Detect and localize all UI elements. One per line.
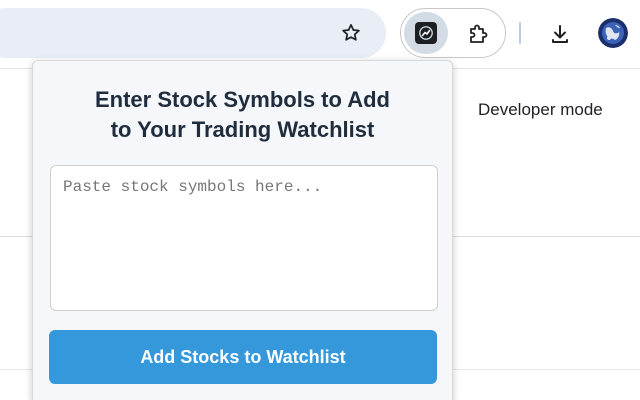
popup-title: Enter Stock Symbols to Add to Your Tradi… bbox=[94, 87, 390, 142]
browser-window: Developer mode Enter Stock Symbols to Ad… bbox=[0, 0, 640, 400]
globe-avatar-icon bbox=[598, 18, 628, 48]
trading-extension-logo-icon bbox=[415, 22, 437, 44]
profile-avatar[interactable] bbox=[598, 18, 628, 48]
developer-mode-label: Developer mode bbox=[478, 100, 603, 119]
star-icon bbox=[342, 24, 360, 41]
bookmark-star-button[interactable] bbox=[336, 18, 366, 48]
download-icon bbox=[552, 25, 568, 43]
extension-popup: Enter Stock Symbols to Add to Your Tradi… bbox=[32, 60, 453, 400]
extensions-menu-button[interactable] bbox=[462, 18, 494, 50]
add-stocks-button[interactable]: Add Stocks to Watchlist bbox=[49, 330, 437, 384]
puzzle-icon bbox=[470, 24, 488, 43]
stock-symbols-input[interactable] bbox=[50, 165, 438, 311]
browser-toolbar bbox=[0, 0, 640, 68]
downloads-button[interactable] bbox=[543, 18, 577, 50]
trading-extension-button[interactable] bbox=[404, 12, 448, 54]
address-bar[interactable] bbox=[0, 8, 386, 58]
toolbar-separator bbox=[519, 22, 521, 44]
